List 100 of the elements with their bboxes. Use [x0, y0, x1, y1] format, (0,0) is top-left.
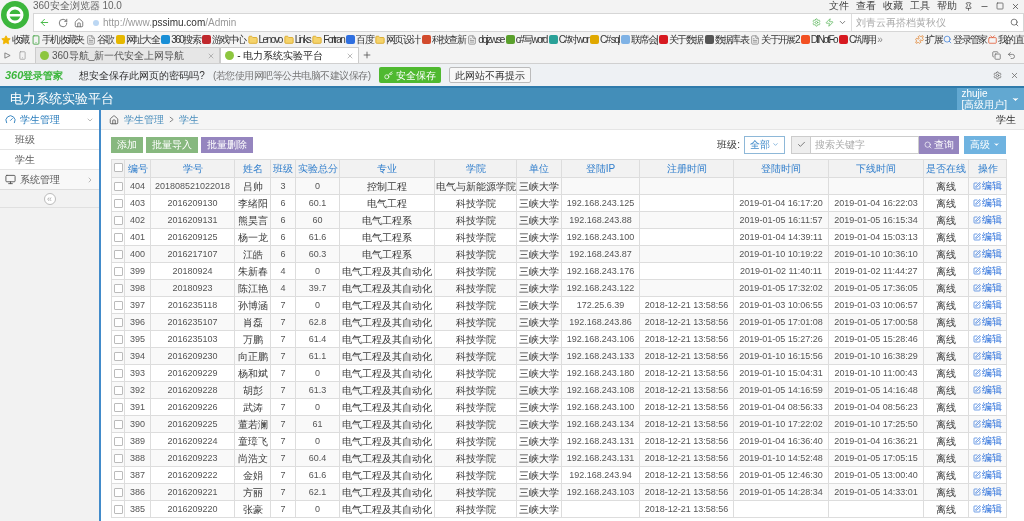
bookmark-item[interactable]: Links [283, 32, 311, 47]
bookmark-item[interactable]: 科技查新 [421, 32, 466, 47]
toolbar-button[interactable]: 批量删除 [201, 136, 253, 153]
checkbox[interactable] [113, 198, 123, 208]
toolbar-item[interactable]: 扩展 [925, 32, 943, 47]
bookmark-item[interactable]: Lenovo [247, 32, 282, 47]
breadcrumb-link[interactable]: 学生管理 [124, 112, 164, 127]
close-icon[interactable] [346, 51, 355, 60]
table-cell: 离线 [923, 415, 969, 433]
bookmark-item[interactable]: 游戏中心 [201, 32, 246, 47]
checkbox[interactable] [113, 385, 123, 395]
column-header[interactable]: 编号 [124, 159, 151, 178]
column-header[interactable]: 登陆时间 [733, 159, 829, 178]
menu-item[interactable]: 收藏 [883, 0, 903, 12]
menu-item[interactable]: 工具 [910, 0, 930, 12]
pin-icon[interactable] [964, 1, 973, 11]
bookmark-item[interactable]: 收藏 [1, 32, 29, 47]
home-icon[interactable] [109, 114, 119, 125]
search-button[interactable]: 查询 [919, 135, 959, 154]
checkbox[interactable] [113, 249, 123, 259]
checkbox[interactable] [113, 504, 123, 514]
column-header[interactable]: 是否在线 [923, 159, 969, 178]
column-header[interactable]: 登陆IP [561, 159, 640, 178]
copy-icon[interactable] [992, 50, 1001, 60]
checkbox[interactable] [113, 317, 123, 327]
toolbar-item[interactable]: 登录管家 [953, 32, 987, 47]
bookmark-item[interactable]: c#写word [505, 32, 547, 47]
puzzle-icon [915, 35, 925, 44]
bookmark-item[interactable]: Fortran [312, 32, 345, 47]
sidebar-item[interactable]: 学生管理 [0, 110, 99, 130]
checkbox[interactable] [113, 300, 123, 310]
checkbox[interactable] [113, 419, 123, 429]
column-header[interactable]: 姓名 [234, 159, 271, 178]
column-header[interactable]: 注册时间 [639, 159, 734, 178]
new-tab-icon[interactable] [362, 50, 373, 60]
checkbox[interactable] [113, 163, 123, 172]
checkbox[interactable] [113, 215, 123, 225]
bookmark-item[interactable]: C#对wor [548, 32, 589, 47]
table-cell: 2019-01-03 10:06:55 [733, 296, 829, 314]
checkbox[interactable] [113, 487, 123, 497]
sidebar-subitem[interactable]: 学生 [0, 150, 99, 170]
breadcrumb-link[interactable]: 学生 [179, 112, 199, 127]
table-cell: 科技学院 [434, 415, 517, 433]
close-icon[interactable] [1010, 70, 1019, 80]
checkbox[interactable] [113, 334, 123, 344]
bookmark-item[interactable]: 百度 [346, 32, 373, 47]
column-header[interactable]: 操作 [968, 159, 1007, 178]
table-cell: 392 [124, 381, 151, 399]
column-header[interactable]: 单位 [516, 159, 562, 178]
column-header[interactable]: 学院 [434, 159, 517, 178]
column-header[interactable]: 下线时间 [828, 159, 924, 178]
column-header[interactable]: 专业 [339, 159, 435, 178]
column-header[interactable]: 学号 [150, 159, 235, 178]
menu-item[interactable]: 文件 [829, 0, 849, 12]
bookmark-item[interactable]: 联席会| [620, 32, 658, 47]
bookmark-item[interactable]: 谷歌 [85, 32, 114, 47]
dismiss-button[interactable]: 此网站不再提示 [448, 67, 531, 83]
close-icon[interactable] [1011, 1, 1020, 11]
checkbox[interactable] [113, 436, 123, 446]
column-header[interactable]: 班级 [270, 159, 296, 178]
checkbox[interactable] [113, 181, 123, 191]
browser-tab[interactable]: 360导航_新一代安全上网导航 [35, 47, 221, 63]
bookmark-item[interactable]: 关于数据 [659, 32, 703, 47]
toolbar-item[interactable]: 我的直 [997, 32, 1023, 47]
table-cell: 2019-01-05 13:00:40 [828, 466, 924, 484]
sidebar-item[interactable]: 系统管理 [0, 170, 99, 190]
menu-item[interactable]: 帮助 [937, 0, 957, 12]
sidebar-toggle-icon[interactable] [4, 51, 11, 59]
checkbox[interactable] [113, 470, 123, 480]
bookmark-overflow[interactable]: » [877, 32, 882, 47]
class-select[interactable]: 全部 [744, 135, 785, 154]
undo-icon[interactable] [1007, 50, 1016, 60]
checkbox[interactable] [113, 402, 123, 412]
bookmark-item[interactable]: 关于开展2 [750, 32, 799, 47]
menu-item[interactable]: 查看 [856, 0, 876, 12]
checkbox[interactable] [113, 368, 123, 378]
bookmark-item[interactable]: 数据库表 [704, 32, 749, 47]
bookmark-item[interactable]: 360搜索 [161, 32, 200, 47]
bookmark-item[interactable]: 手机收藏夹 [30, 32, 84, 47]
checkbox[interactable] [113, 351, 123, 361]
table-cell: 张豪 [234, 500, 271, 518]
bookmark-item[interactable]: C#调用 [838, 32, 876, 47]
phone-icon[interactable] [18, 50, 27, 60]
bookmark-item[interactable]: C# sql [590, 32, 619, 47]
settings-icon[interactable] [993, 70, 1002, 80]
table-cell: 电气工程 [339, 194, 435, 212]
bookmark-item[interactable]: DllNotFo [800, 32, 837, 47]
bookmark-item[interactable]: dqjzw.se [467, 32, 504, 47]
table-cell: 科技学院 [434, 313, 517, 331]
column-header[interactable]: 实验总分 [295, 159, 340, 178]
bookmark-item[interactable]: 网址大全 [115, 32, 160, 47]
checkbox[interactable] [113, 453, 123, 463]
browser-tab[interactable]: - 电力系统实验平台 [220, 47, 360, 63]
table-cell: 离线 [923, 279, 969, 297]
checkbox[interactable] [113, 266, 123, 276]
bookmark-item[interactable]: 网页设计 [375, 32, 420, 47]
maximize-icon[interactable] [996, 2, 1004, 10]
checkbox[interactable] [113, 232, 123, 242]
sidebar-subitem[interactable]: 班级 [0, 130, 99, 150]
checkbox[interactable] [113, 283, 123, 293]
